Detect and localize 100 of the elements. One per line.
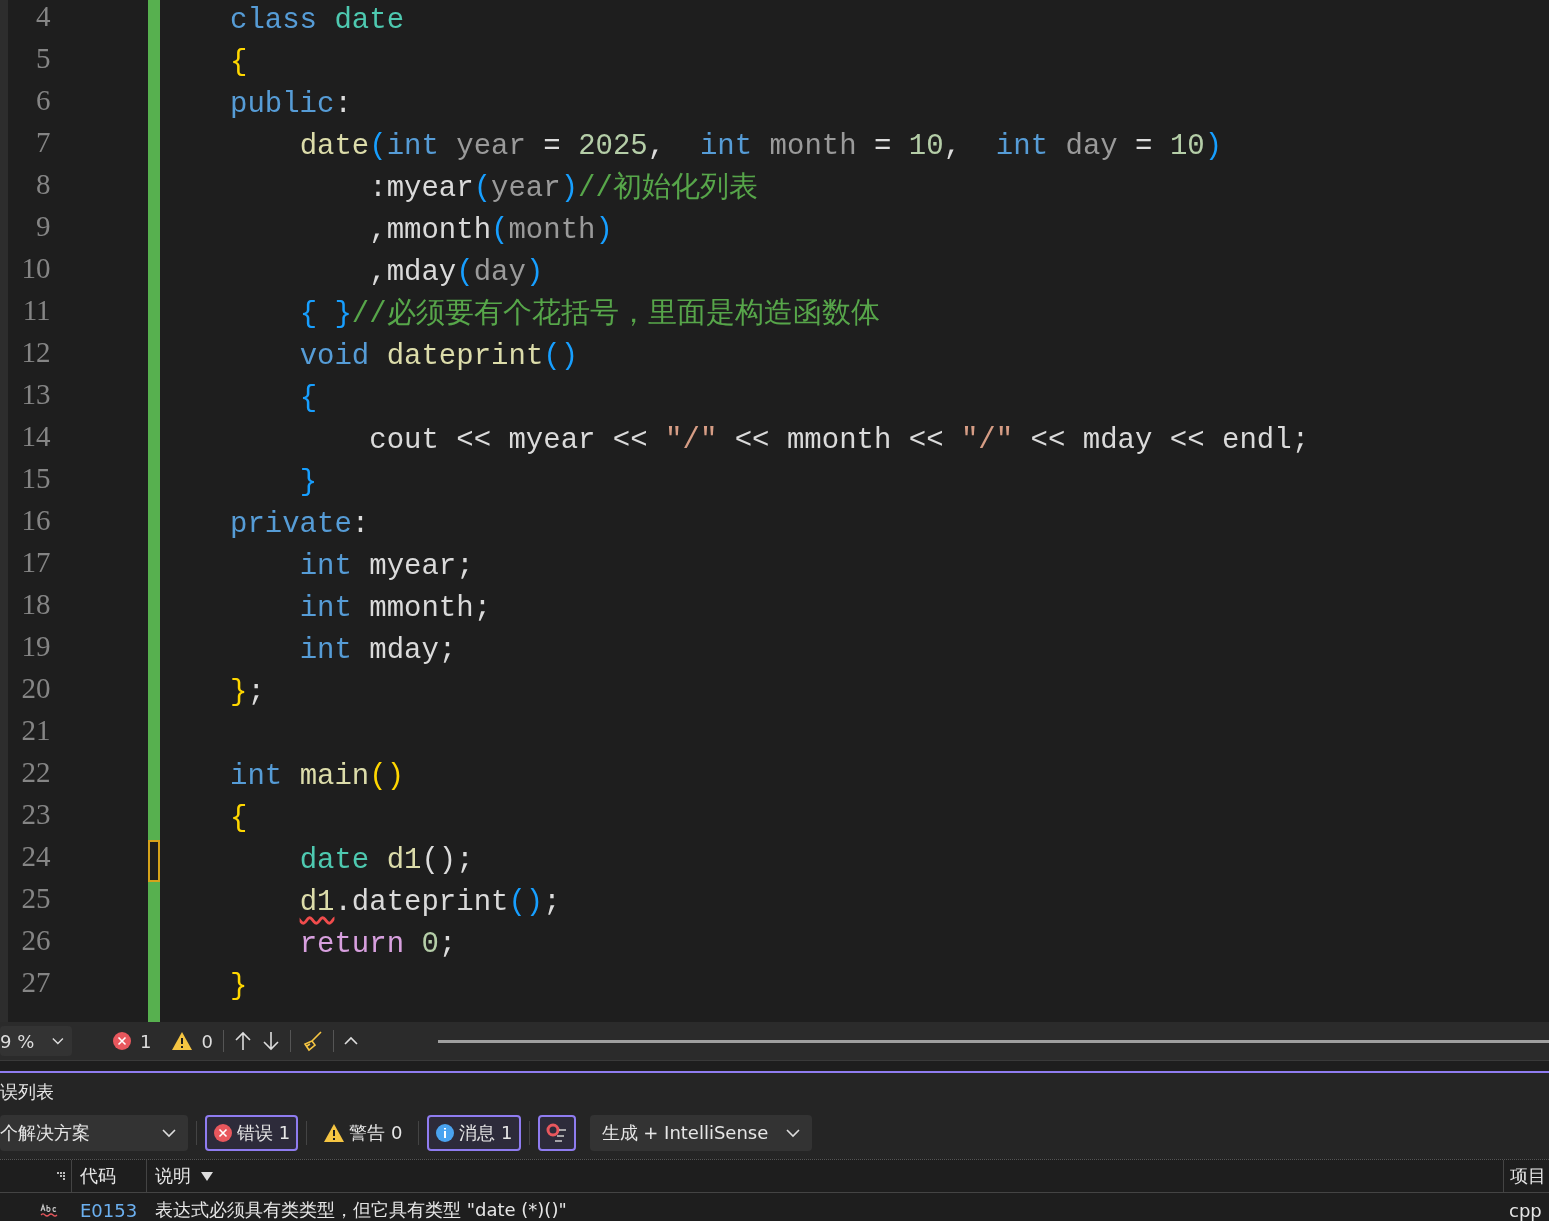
caret-up-icon[interactable] [343, 1036, 358, 1046]
line-number: 16 [20, 504, 51, 538]
filter-toggle-button[interactable] [537, 1115, 576, 1151]
code-token: : [351, 507, 370, 543]
line-number: 19 [20, 630, 51, 664]
code-token: date [299, 843, 370, 879]
code-token: private [230, 507, 352, 543]
warning-icon [323, 1123, 346, 1143]
line-number: 25 [20, 882, 51, 916]
spell-check-icon [40, 1202, 60, 1218]
code-token: 2025 [578, 129, 648, 165]
line-number: 11 [21, 294, 51, 328]
line-number: 13 [20, 378, 51, 412]
code-token: ; [438, 927, 457, 963]
code-token: ) [1204, 129, 1223, 165]
error-description: 表达式必须具有类类型，但它具有类型 "date (*)()" [155, 1198, 567, 1221]
code-token: mday; [369, 633, 457, 669]
code-token: = [874, 129, 893, 165]
zoom-dropdown[interactable]: 9 % [0, 1026, 72, 1056]
code-token: cout << myear << [369, 423, 649, 459]
chevron-icon [52, 1036, 64, 1046]
horizontal-scrollbar[interactable] [437, 1039, 1549, 1043]
code-token: , [943, 129, 963, 165]
line-number: 21 [20, 714, 51, 748]
messages-filter-button[interactable]: 消息 1 [427, 1115, 521, 1151]
code-token: () [369, 759, 405, 795]
code-token: << mday << endl; [1030, 423, 1310, 459]
code-token: 10 [1169, 129, 1205, 165]
code-token: 0 [421, 927, 439, 963]
line-number: 10 [20, 252, 51, 286]
code-token: date [334, 3, 405, 39]
error-icon [112, 1031, 132, 1051]
chevron-icon [785, 1128, 800, 1138]
code-token: ,mday [369, 255, 457, 291]
line-number: 22 [20, 756, 51, 790]
code-token: d1 [299, 885, 335, 921]
code-token: month [769, 129, 857, 165]
code-token: int [299, 591, 352, 627]
code-token: () [421, 843, 457, 879]
code-token: int [299, 633, 352, 669]
code-token: "/" [665, 423, 718, 459]
code-token: int [299, 549, 352, 585]
code-token: return [299, 927, 405, 963]
code-token: ,mmonth [369, 213, 492, 249]
line-number: 6 [35, 84, 51, 118]
code-token: ( [473, 171, 492, 207]
column-chooser-icon[interactable] [57, 1172, 65, 1180]
error-code-link[interactable]: E0153 [72, 1199, 147, 1221]
code-token: "/" [960, 423, 1014, 459]
scope-dropdown[interactable]: 个解决方案 [0, 1115, 188, 1151]
code-token: day [473, 255, 526, 291]
code-token: int [230, 759, 283, 795]
code-token: () [543, 339, 579, 375]
code-token: mmonth; [369, 591, 492, 627]
error-icon [213, 1123, 233, 1143]
code-token: myear; [369, 549, 474, 585]
code-token: day [1065, 129, 1118, 165]
code-token: << mmonth << [734, 423, 945, 459]
warnings-filter-button[interactable]: 警告 0 [315, 1115, 411, 1151]
line-number: 4 [35, 0, 51, 34]
code-token: , [647, 129, 667, 165]
filter-list-icon [545, 1123, 568, 1143]
code-token: year [456, 129, 526, 165]
code-token: public [230, 87, 335, 123]
code-token: } [230, 969, 248, 1005]
source-dropdown[interactable]: 生成 + IntelliSense [589, 1115, 812, 1151]
code-token: ( [369, 129, 387, 165]
code-token: 10 [908, 129, 944, 165]
line-number: 5 [35, 42, 51, 76]
code-comment: //初始化列表 [578, 170, 758, 207]
code-token: { [230, 45, 248, 81]
code-token: main [299, 759, 370, 795]
code-token: d1 [386, 843, 422, 879]
code-token: ) [525, 255, 544, 291]
errors-filter-button[interactable]: 错误 1 [205, 1115, 299, 1151]
code-token: int [386, 129, 439, 165]
code-token: { [230, 801, 248, 837]
arrow-down-icon[interactable] [261, 1031, 280, 1051]
line-number: 8 [35, 168, 51, 202]
line-number: 24 [20, 840, 51, 874]
line-number: 14 [20, 420, 51, 454]
code-token: ( [491, 213, 509, 249]
code-token: .dateprint [334, 885, 509, 921]
code-token: void [299, 339, 370, 375]
code-token: ( [456, 255, 474, 291]
sort-descending-icon [201, 1171, 213, 1181]
error-count: 1 [140, 1030, 152, 1052]
code-token: ) [595, 213, 613, 249]
arrow-up-icon[interactable] [233, 1031, 252, 1051]
line-number: 27 [20, 966, 51, 1000]
code-token: month [508, 213, 596, 249]
code-token: : [334, 87, 352, 123]
project-name: cpp [1509, 1199, 1542, 1221]
warning-count: 0 [201, 1030, 213, 1052]
column-header[interactable]: 项目 [1510, 1164, 1546, 1188]
column-header[interactable]: 说明 [155, 1164, 191, 1188]
column-header[interactable]: 代码 [80, 1164, 116, 1188]
line-number: 15 [20, 462, 51, 496]
line-number: 12 [20, 336, 51, 370]
code-token: ) [560, 171, 579, 207]
